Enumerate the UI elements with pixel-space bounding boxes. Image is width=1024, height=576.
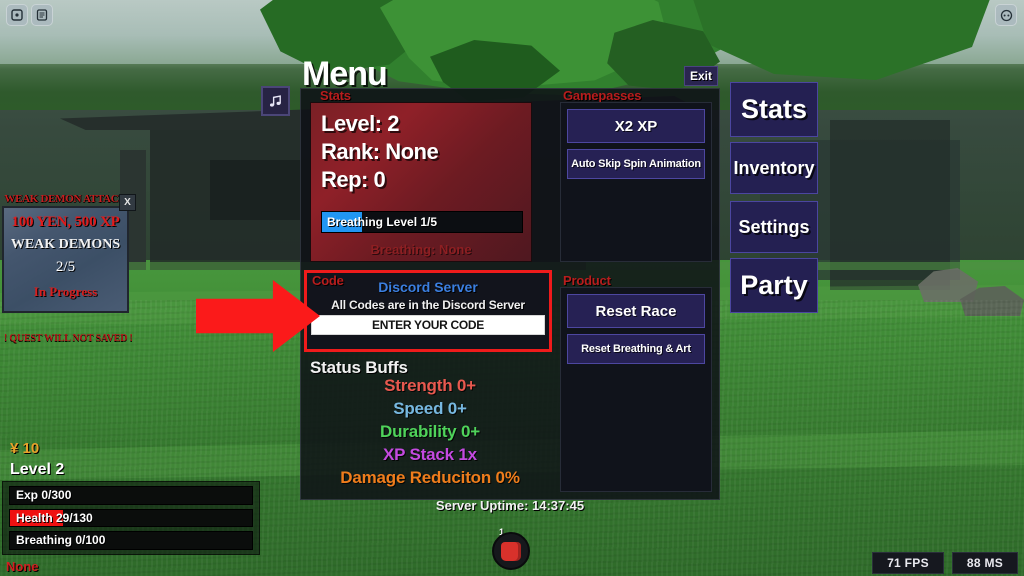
- quest-panel: WEAK DEMON ATTACK X 100 YEN, 500 XP WEAK…: [2, 193, 136, 313]
- quest-title: WEAK DEMON ATTACK: [4, 193, 127, 205]
- fist-icon: [501, 541, 521, 561]
- quest-status: In Progress: [33, 284, 98, 299]
- buff-durability: Durability 0+: [380, 422, 480, 441]
- quest-reward: 100 YEN, 500 XP: [11, 214, 120, 230]
- server-uptime: Server Uptime: 14:37:45: [435, 498, 585, 513]
- discord-server-link[interactable]: Discord Server: [378, 279, 478, 295]
- status-buffs-label: Status Buffs: [310, 358, 408, 377]
- stat-level: Level: 2: [321, 111, 399, 136]
- nav-button-inventory[interactable]: Inventory: [730, 142, 818, 194]
- quest-body: X 100 YEN, 500 XP WEAK DEMONS 2/5 In Pro…: [2, 194, 136, 313]
- gamepasses-section-label: Gamepasses: [563, 88, 642, 103]
- equipped-label: None: [6, 559, 39, 574]
- roblox-chat-icon[interactable]: [31, 4, 53, 26]
- breathing-bar-label: Breathing 0/100: [16, 533, 106, 548]
- product-section-label: Product: [563, 273, 611, 288]
- product-reset-breathing-art-button[interactable]: Reset Breathing & Art: [567, 334, 705, 364]
- quest-progress: 2/5: [55, 259, 76, 275]
- ping-counter: 88 MS: [952, 552, 1018, 574]
- breathing-bar: Breathing 0/100: [9, 531, 253, 551]
- roblox-settings-icon[interactable]: [995, 4, 1017, 26]
- buff-strength: Strength 0+: [384, 376, 476, 395]
- code-hint-text: All Codes are in the Discord Server: [331, 298, 525, 312]
- music-note-icon[interactable]: [261, 86, 290, 116]
- quest-close-button[interactable]: X: [119, 194, 136, 211]
- game-screen: WEAK DEMON ATTACK X 100 YEN, 500 XP WEAK…: [0, 0, 1024, 576]
- nav-button-party[interactable]: Party: [730, 258, 818, 313]
- gamepass-x2-xp-button[interactable]: X2 XP: [567, 109, 705, 143]
- quest-target: WEAK DEMONS: [10, 237, 121, 252]
- exp-bar: Exp 0/300: [9, 486, 253, 505]
- hud-stat-bars: Exp 0/300 Health 29/130 Breathing 0/100: [2, 481, 260, 555]
- breathing-level-label: Breathing Level 1/5: [327, 215, 438, 229]
- hotbar-slot-1[interactable]: [492, 532, 530, 570]
- breathing-level-bar: Breathing Level 1/5: [321, 211, 523, 233]
- exp-bar-label: Exp 0/300: [16, 488, 72, 502]
- breathing-type-label: Breathing: None: [370, 242, 472, 257]
- exit-button[interactable]: Exit: [684, 66, 718, 86]
- buff-damage-reduction: Damage Reduciton 0%: [340, 468, 520, 487]
- buff-xp-stack: XP Stack 1x: [383, 445, 477, 464]
- nav-button-settings[interactable]: Settings: [730, 201, 818, 253]
- code-section-label: Code: [312, 273, 344, 288]
- gamepasses-box: X2 XP Auto Skip Spin Animation: [560, 102, 712, 262]
- stats-section-label: Stats: [320, 88, 351, 103]
- nav-button-stats[interactable]: Stats: [730, 82, 818, 137]
- product-reset-race-button[interactable]: Reset Race: [567, 294, 705, 328]
- health-bar-label: Health 29/130: [16, 510, 93, 525]
- health-bar: Health 29/130: [9, 508, 253, 528]
- tree-canopy-right: [690, 0, 990, 80]
- code-input[interactable]: ENTER YOUR CODE: [311, 315, 545, 335]
- fps-counter: 71 FPS: [872, 552, 944, 574]
- roblox-home-icon[interactable]: [6, 4, 28, 26]
- stat-rep: Rep: 0: [321, 167, 386, 192]
- background-window: [210, 160, 300, 220]
- product-box: Reset Race Reset Breathing & Art: [560, 287, 712, 492]
- stat-rank: Rank: None: [321, 139, 439, 164]
- stats-box: Level: 2 Rank: None Rep: 0 Breathing Lev…: [310, 102, 532, 262]
- status-buffs-list: Strength 0+ Speed 0+ Durability 0+ XP St…: [310, 376, 550, 488]
- hud-level: Level 2: [10, 461, 65, 478]
- quest-warning: ! QUEST WILL NOT SAVED !: [4, 333, 133, 344]
- currency-display: ¥ 10: [10, 440, 40, 457]
- buff-speed: Speed 0+: [393, 399, 467, 418]
- gamepass-auto-skip-spin-button[interactable]: Auto Skip Spin Animation: [567, 149, 705, 179]
